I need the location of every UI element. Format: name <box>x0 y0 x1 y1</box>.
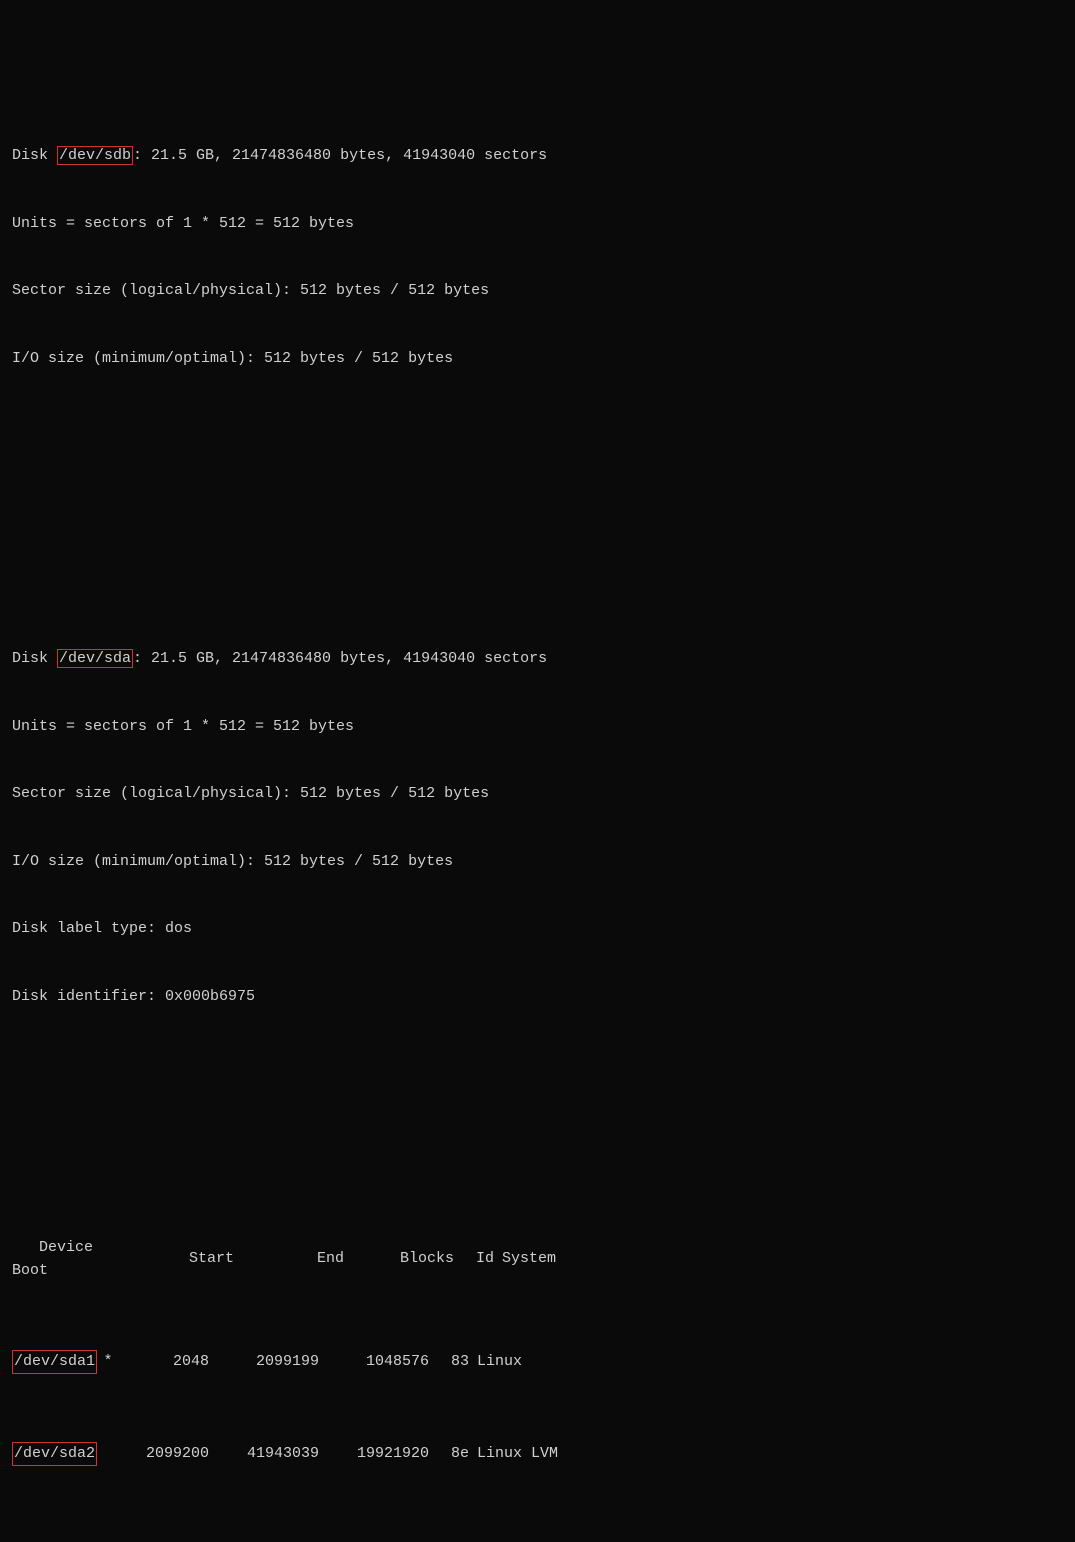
spacer1 <box>12 491 1063 514</box>
sda-line5: Disk label type: dos <box>12 918 1063 941</box>
col-id-header: Id <box>462 1248 502 1271</box>
sda1-end: 2099199 <box>217 1351 327 1374</box>
col-blocks-header: Blocks <box>352 1248 462 1271</box>
sda-line3: Sector size (logical/physical): 512 byte… <box>12 783 1063 806</box>
disk-sdb-section: Disk /dev/sdb: 21.5 GB, 21474836480 byte… <box>12 100 1063 415</box>
sdb-line4: I/O size (minimum/optimal): 512 bytes / … <box>12 348 1063 371</box>
spacer2 <box>12 1147 1063 1170</box>
partition-header-row: Device Boot Start End Blocks Id System <box>12 1237 1063 1282</box>
sda2-boot <box>99 1443 117 1466</box>
sda-line6: Disk identifier: 0x000b6975 <box>12 986 1063 1009</box>
col-start-header: Start <box>122 1248 242 1271</box>
sda1-device: /dev/sda1 <box>12 1350 97 1375</box>
sdb-line3: Sector size (logical/physical): 512 byte… <box>12 280 1063 303</box>
sda2-device: /dev/sda2 <box>12 1442 97 1467</box>
sda1-boot: * <box>99 1351 117 1374</box>
sdb-device-highlight: /dev/sdb <box>57 146 133 165</box>
sda2-system: Linux LVM <box>477 1443 558 1466</box>
sda2-id: 8e <box>437 1443 477 1466</box>
sda2-end: 41943039 <box>217 1443 327 1466</box>
partition-table: Device Boot Start End Blocks Id System /… <box>12 1102 1063 1511</box>
sdb-line2: Units = sectors of 1 * 512 = 512 bytes <box>12 213 1063 236</box>
sda1-start: 2048 <box>117 1351 217 1374</box>
partition-sda2-row: /dev/sda2 2099200 41943039 19921920 8e L… <box>12 1442 1063 1467</box>
col-system-header: System <box>502 1248 556 1271</box>
sda1-blocks: 1048576 <box>327 1351 437 1374</box>
disk-sda-section: Disk /dev/sda: 21.5 GB, 21474836480 byte… <box>12 603 1063 1542</box>
sda2-start: 2099200 <box>117 1443 217 1466</box>
sdb-line1: Disk /dev/sdb: 21.5 GB, 21474836480 byte… <box>12 145 1063 168</box>
partition-sda1-row: /dev/sda1 * 2048 2099199 1048576 83 Linu… <box>12 1350 1063 1375</box>
col-device-header: Device Boot <box>12 1237 122 1282</box>
sda-line1: Disk /dev/sda: 21.5 GB, 21474836480 byte… <box>12 648 1063 671</box>
sda2-blocks: 19921920 <box>327 1443 437 1466</box>
terminal-output: Disk /dev/sdb: 21.5 GB, 21474836480 byte… <box>12 10 1063 1542</box>
sda1-system: Linux <box>477 1351 522 1374</box>
col-end-header: End <box>242 1248 352 1271</box>
sda-line2: Units = sectors of 1 * 512 = 512 bytes <box>12 716 1063 739</box>
sda-device-highlight: /dev/sda <box>57 649 133 668</box>
sda-line4: I/O size (minimum/optimal): 512 bytes / … <box>12 851 1063 874</box>
sda1-id: 83 <box>437 1351 477 1374</box>
